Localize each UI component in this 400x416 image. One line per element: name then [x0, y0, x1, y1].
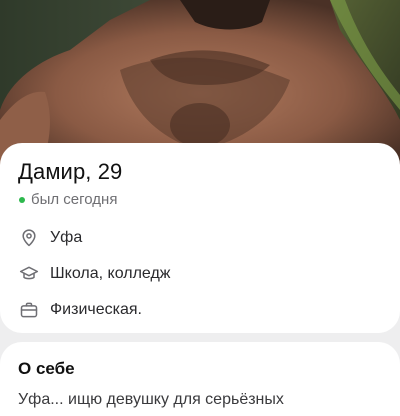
city-row: Уфа	[18, 226, 382, 250]
profile-info-card: Дамир, 29 был сегодня Уфа Школа, колледж	[0, 143, 400, 333]
briefcase-icon	[18, 299, 40, 321]
profile-name-age: Дамир, 29	[18, 159, 123, 184]
city-text: Уфа	[50, 229, 83, 246]
about-card: О себе Уфа... ищю девушку для серьёзных	[0, 342, 400, 416]
job-text: Физическая.	[50, 301, 142, 318]
job-row: Физическая.	[18, 298, 382, 322]
graduation-cap-icon	[18, 263, 40, 285]
about-title: О себе	[18, 359, 75, 378]
location-pin-icon	[18, 227, 40, 249]
about-text: Уфа... ищю девушку для серьёзных	[18, 391, 284, 408]
online-status-text: был сегодня	[31, 191, 118, 208]
education-row: Школа, колледж	[18, 262, 382, 286]
education-text: Школа, колледж	[50, 265, 171, 282]
online-status-dot	[19, 197, 25, 203]
online-status: был сегодня	[18, 190, 382, 210]
profile-screen: Дамир, 29 был сегодня Уфа Школа, колледж	[0, 0, 400, 416]
